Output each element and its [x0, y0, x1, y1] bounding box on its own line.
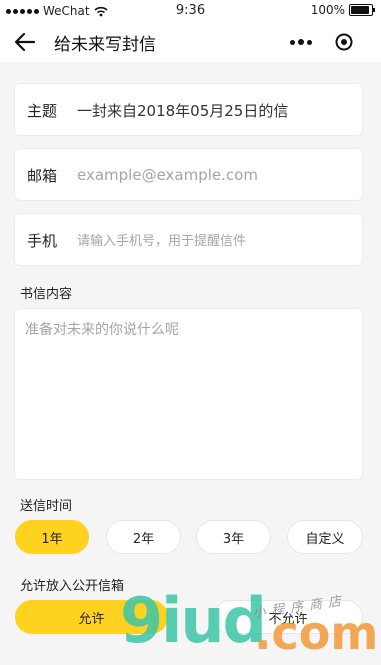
- battery-percent: 100%: [310, 3, 345, 17]
- send-time-option-1y[interactable]: 1年: [15, 520, 89, 554]
- status-right: 100%: [310, 3, 375, 17]
- more-button[interactable]: [288, 34, 314, 50]
- phone-label: 手机: [27, 232, 58, 250]
- subject-label: 主题: [27, 102, 58, 120]
- letter-textarea[interactable]: [25, 319, 350, 469]
- phone-row: 手机: [14, 213, 363, 266]
- subject-row: 主题: [14, 83, 363, 136]
- more-dots-icon: [290, 40, 295, 45]
- email-label: 邮箱: [27, 167, 58, 185]
- status-bar: WeChat 9:36 100%: [0, 0, 381, 22]
- page-title: 给未来写封信: [54, 35, 156, 55]
- send-time-label: 送信时间: [20, 499, 73, 514]
- back-button[interactable]: [12, 30, 38, 54]
- public-allow-option[interactable]: 允许: [15, 600, 168, 634]
- nav-bar: 给未来写封信: [0, 22, 381, 62]
- send-time-option-custom[interactable]: 自定义: [287, 520, 363, 554]
- send-time-option-2y[interactable]: 2年: [106, 520, 181, 554]
- close-miniprogram-button[interactable]: [334, 32, 354, 52]
- email-input[interactable]: [77, 162, 352, 188]
- more-dot: [298, 39, 304, 45]
- battery-icon: [349, 4, 375, 16]
- more-dot: [307, 40, 312, 45]
- capsule-close-icon: [335, 33, 353, 51]
- phone-input[interactable]: [77, 227, 352, 253]
- send-time-option-3y[interactable]: 3年: [196, 520, 271, 554]
- public-deny-option[interactable]: 不允许: [213, 600, 363, 634]
- public-label: 允许放入公开信箱: [20, 579, 125, 594]
- back-arrow-icon: [14, 32, 36, 52]
- subject-input[interactable]: [77, 97, 352, 123]
- letter-box: [14, 308, 363, 480]
- letter-label: 书信内容: [20, 287, 73, 302]
- email-row: 邮箱: [14, 148, 363, 201]
